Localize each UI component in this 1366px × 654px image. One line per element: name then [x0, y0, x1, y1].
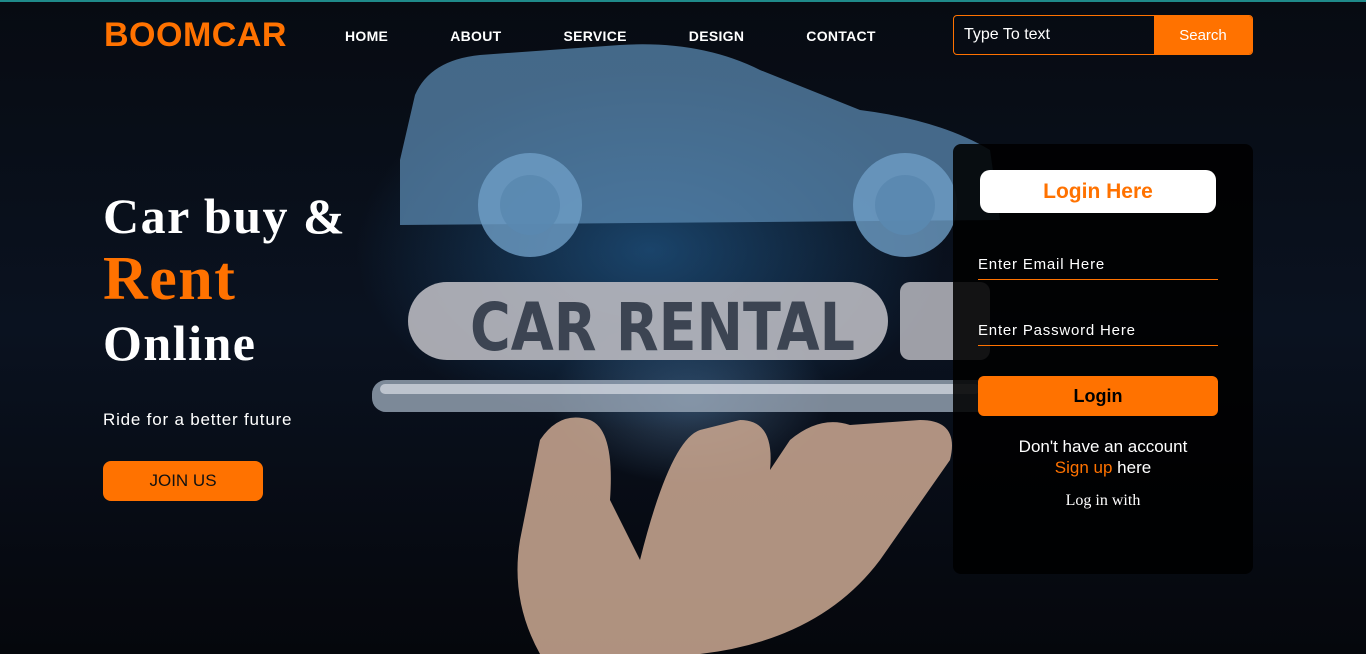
logo[interactable]: BOOMCAR	[104, 16, 287, 55]
nav-home[interactable]: HOME	[345, 28, 388, 44]
nav-about[interactable]: ABOUT	[450, 28, 501, 44]
search-box: Search	[953, 15, 1253, 55]
signup-suffix: here	[1112, 458, 1152, 477]
signup-link[interactable]: Sign up	[1055, 458, 1113, 477]
hero-line-2: Rent	[103, 245, 237, 313]
no-account-text: Don't have an account	[1018, 437, 1188, 456]
nav-service[interactable]: SERVICE	[563, 28, 626, 44]
main-nav: HOME ABOUT SERVICE DESIGN CONTACT	[345, 28, 876, 44]
login-card: Login Here Login Don't have an account S…	[953, 144, 1253, 574]
login-button[interactable]: Login	[978, 376, 1218, 416]
hero-heading: Car buy & Rent Online	[103, 188, 346, 371]
hero-line-1: Car buy &	[103, 188, 347, 244]
hero-tagline: Ride for a better future	[103, 410, 293, 429]
login-title: Login Here	[980, 170, 1216, 213]
signup-prompt: Don't have an account Sign up here	[953, 436, 1253, 478]
search-button[interactable]: Search	[1154, 16, 1252, 54]
join-us-button[interactable]: JOIN US	[103, 461, 263, 501]
login-with-text: Log in with	[1065, 492, 1141, 509]
nav-contact[interactable]: CONTACT	[806, 28, 876, 44]
email-field[interactable]	[978, 250, 1218, 280]
hero-line-3: Online	[103, 315, 257, 371]
hand	[517, 417, 952, 654]
password-field[interactable]	[978, 316, 1218, 346]
sign-text: CAR RENTAL	[470, 289, 855, 366]
nav-design[interactable]: DESIGN	[689, 28, 744, 44]
search-input[interactable]	[954, 16, 1154, 54]
